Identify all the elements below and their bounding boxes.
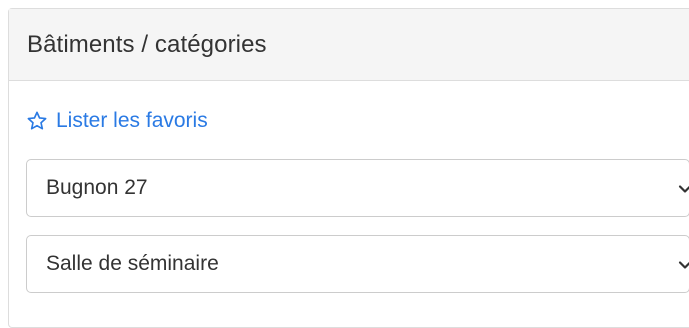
building-select[interactable]: Bugnon 27 [26,159,689,217]
panel-heading: Bâtiments / catégories [9,9,689,81]
list-favorites-label: Lister les favoris [56,109,208,132]
star-outline-icon [26,110,48,132]
building-select-value: Bugnon 27 [46,176,148,199]
buildings-categories-panel: Bâtiments / catégories Lister les favori… [8,8,689,328]
panel-title: Bâtiments / catégories [27,30,267,58]
chevron-down-icon [677,181,689,197]
chevron-down-icon [677,257,689,273]
list-favorites-link[interactable]: Lister les favoris [26,109,208,133]
category-select-value: Salle de séminaire [46,252,219,275]
category-select[interactable]: Salle de séminaire [26,235,689,293]
